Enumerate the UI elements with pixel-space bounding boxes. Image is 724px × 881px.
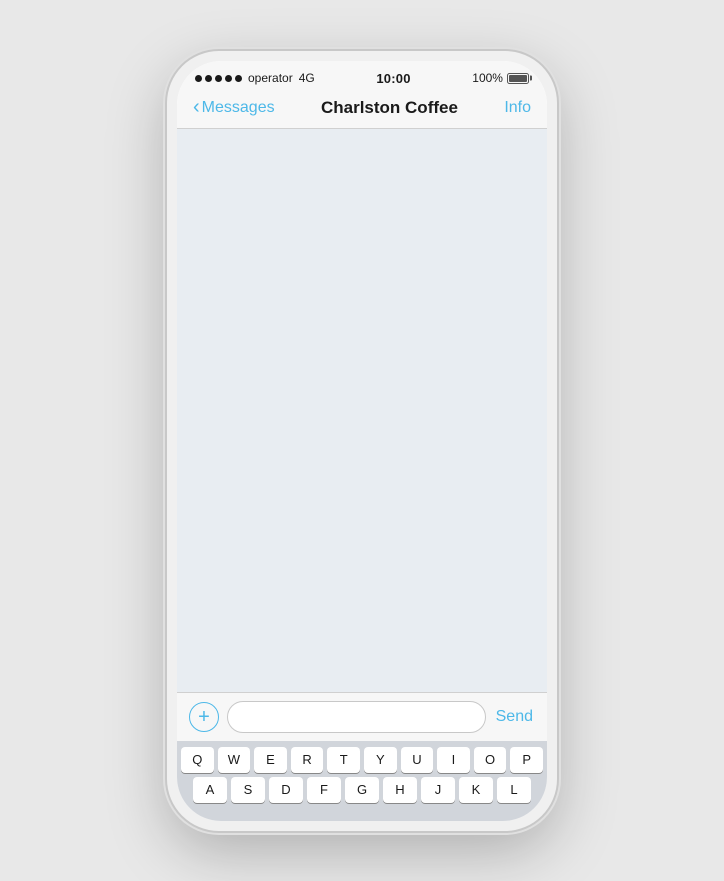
key-h[interactable]: H	[383, 777, 417, 803]
key-f[interactable]: F	[307, 777, 341, 803]
status-left: operator 4G	[195, 71, 315, 85]
key-e[interactable]: E	[254, 747, 287, 773]
signal-dot-3	[215, 75, 222, 82]
keyboard-row-2: A S D F G H J K L	[181, 777, 543, 803]
add-attachment-button[interactable]: +	[189, 702, 219, 732]
input-area: + Send	[177, 692, 547, 741]
conversation-title: Charlston Coffee	[321, 98, 458, 118]
signal-dot-1	[195, 75, 202, 82]
back-button[interactable]: ‹ Messages	[193, 98, 275, 117]
phone-inner: operator 4G 10:00 100% ‹ Messages Charls…	[177, 61, 547, 821]
signal-dot-5	[235, 75, 242, 82]
key-o[interactable]: O	[474, 747, 507, 773]
nav-bar: ‹ Messages Charlston Coffee Info	[177, 90, 547, 129]
info-button[interactable]: Info	[504, 99, 531, 117]
send-button[interactable]: Send	[494, 708, 535, 726]
phone-outer: operator 4G 10:00 100% ‹ Messages Charls…	[167, 51, 557, 831]
keyboard: Q W E R T Y U I O P A S D F G H J K L	[177, 741, 547, 821]
key-l[interactable]: L	[497, 777, 531, 803]
key-p[interactable]: P	[510, 747, 543, 773]
battery-fill	[509, 75, 527, 82]
key-y[interactable]: Y	[364, 747, 397, 773]
status-right: 100%	[472, 71, 529, 85]
network-type-label: 4G	[299, 71, 315, 85]
battery-icon	[507, 73, 529, 84]
key-k[interactable]: K	[459, 777, 493, 803]
key-s[interactable]: S	[231, 777, 265, 803]
key-t[interactable]: T	[327, 747, 360, 773]
key-w[interactable]: W	[218, 747, 251, 773]
keyboard-row-1: Q W E R T Y U I O P	[181, 747, 543, 773]
key-d[interactable]: D	[269, 777, 303, 803]
signal-dot-2	[205, 75, 212, 82]
message-input[interactable]	[227, 701, 486, 733]
time-display: 10:00	[376, 71, 410, 86]
key-r[interactable]: R	[291, 747, 324, 773]
message-area[interactable]	[177, 129, 547, 692]
chevron-left-icon: ‹	[193, 97, 200, 117]
status-bar: operator 4G 10:00 100%	[177, 61, 547, 90]
battery-percent: 100%	[472, 71, 503, 85]
back-label: Messages	[202, 99, 275, 117]
operator-label: operator	[248, 71, 293, 85]
key-u[interactable]: U	[401, 747, 434, 773]
key-j[interactable]: J	[421, 777, 455, 803]
key-a[interactable]: A	[193, 777, 227, 803]
key-g[interactable]: G	[345, 777, 379, 803]
plus-icon: +	[198, 707, 210, 727]
signal-dot-4	[225, 75, 232, 82]
key-q[interactable]: Q	[181, 747, 214, 773]
signal-dots	[195, 75, 242, 82]
key-i[interactable]: I	[437, 747, 470, 773]
